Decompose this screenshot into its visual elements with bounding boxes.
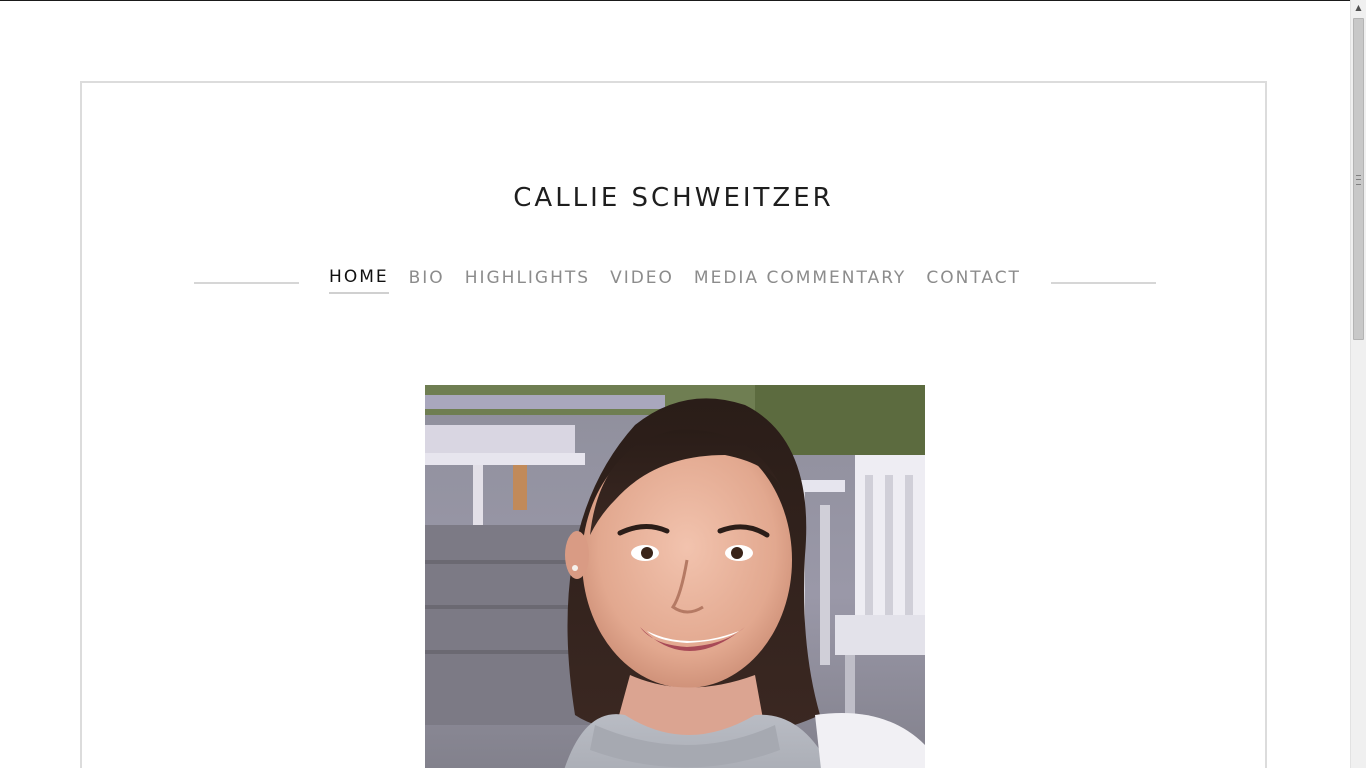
- nav-item-media-commentary[interactable]: MEDIA COMMENTARY: [694, 268, 906, 293]
- nav-right-rule: [1050, 282, 1156, 284]
- nav-item-video[interactable]: VIDEO: [610, 268, 674, 293]
- browser-viewport: CALLIE SCHWEITZER HOME BIO HIGHLIGHTS VI…: [0, 0, 1366, 768]
- nav-left-rule: [194, 282, 300, 284]
- nav-item-bio[interactable]: BIO: [409, 268, 445, 293]
- scroll-thumb[interactable]: [1353, 18, 1364, 340]
- portrait-photo: [425, 385, 925, 768]
- page-frame: CALLIE SCHWEITZER HOME BIO HIGHLIGHTS VI…: [80, 81, 1267, 768]
- nav-item-home[interactable]: HOME: [329, 267, 389, 294]
- portrait-image: [425, 385, 925, 768]
- scroll-grip-icon: [1356, 175, 1361, 185]
- nav-list: HOME BIO HIGHLIGHTS VIDEO MEDIA COMMENTA…: [319, 267, 1031, 294]
- nav-item-contact[interactable]: CONTACT: [926, 268, 1021, 293]
- nav-item-highlights[interactable]: HIGHLIGHTS: [465, 268, 590, 293]
- window-top-edge: [0, 0, 1350, 1]
- site-title[interactable]: CALLIE SCHWEITZER: [82, 183, 1265, 213]
- main-navigation: HOME BIO HIGHLIGHTS VIDEO MEDIA COMMENTA…: [182, 265, 1168, 295]
- vertical-scrollbar[interactable]: ▲: [1350, 0, 1366, 768]
- scroll-up-arrow-icon[interactable]: ▲: [1351, 0, 1366, 16]
